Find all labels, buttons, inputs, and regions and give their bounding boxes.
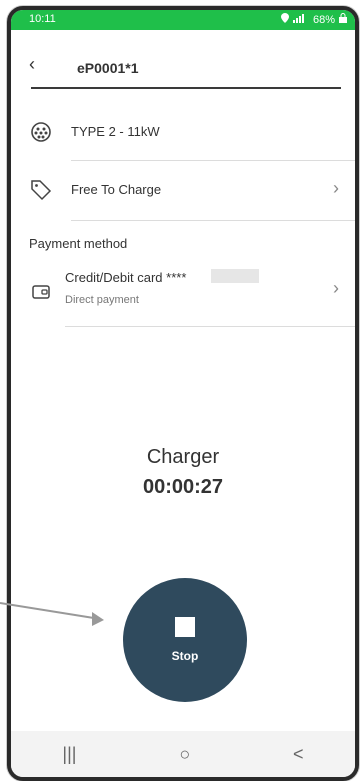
home-button[interactable]: ○	[179, 744, 190, 765]
location-icon	[280, 13, 289, 26]
lock-icon	[339, 13, 347, 26]
signal-icon	[292, 13, 309, 26]
stop-icon	[175, 617, 195, 637]
chevron-right-icon: ›	[333, 278, 339, 298]
stop-button[interactable]: Stop	[123, 578, 247, 702]
android-nav-bar: ||| ○ <	[11, 731, 355, 777]
chevron-right-icon: ›	[333, 178, 339, 198]
battery-percent: 68%	[312, 13, 335, 26]
nav-back-button[interactable]: <	[293, 744, 304, 765]
redacted-card-number	[211, 269, 259, 283]
status-icons: 68%	[280, 13, 347, 26]
annotation-arrow	[0, 602, 104, 626]
recent-apps-button[interactable]: |||	[62, 744, 76, 765]
stop-label: Stop	[171, 649, 199, 663]
